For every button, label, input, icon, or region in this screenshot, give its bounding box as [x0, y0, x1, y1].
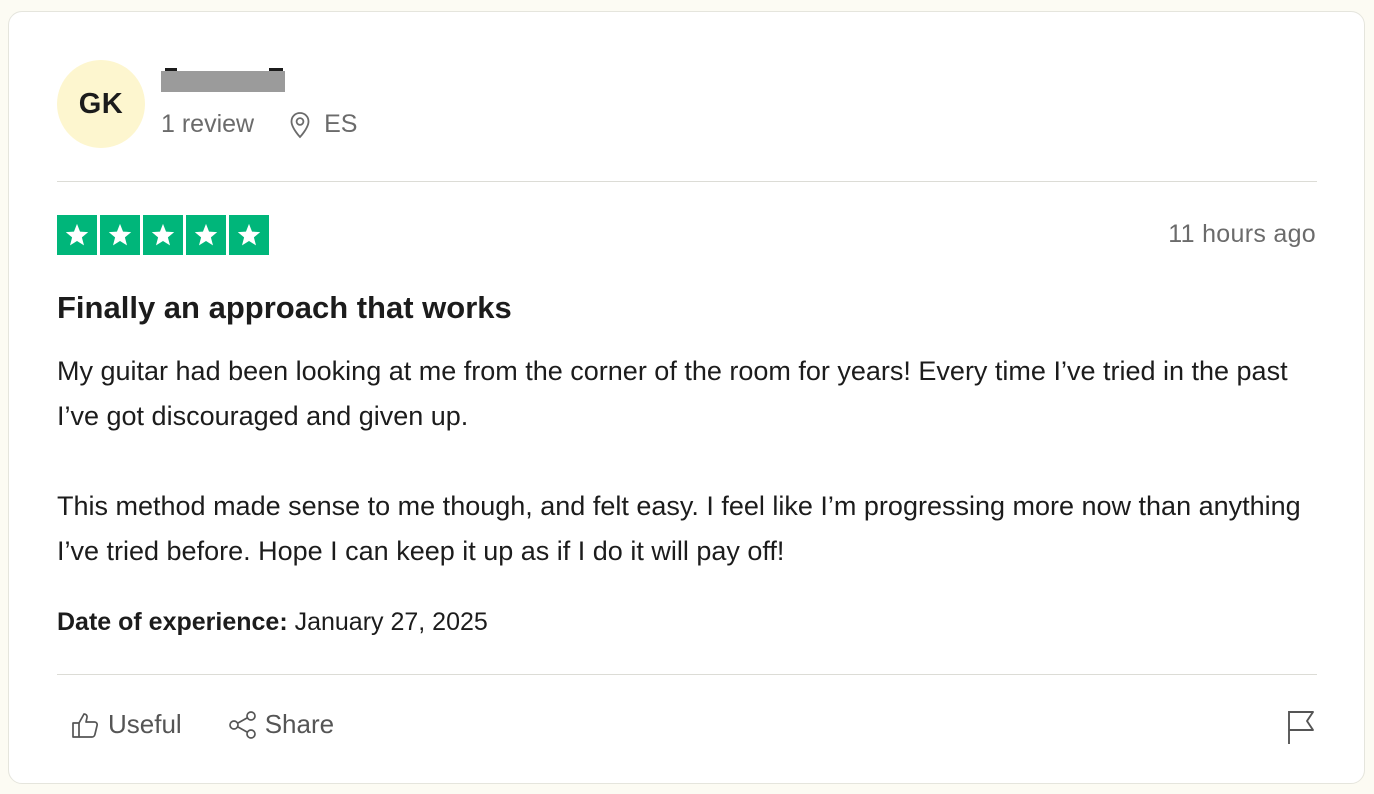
flag-button[interactable]	[1286, 709, 1316, 745]
share-icon	[228, 710, 256, 739]
reviewer-header: GK 1 review ES	[57, 60, 1317, 150]
share-label: Share	[264, 709, 335, 739]
location-pin-icon	[290, 111, 310, 138]
reviewer-country: ES	[324, 110, 358, 138]
review-body: My guitar had been looking at me from th…	[57, 349, 1327, 574]
star-icon	[229, 215, 269, 255]
share-button[interactable]: Share	[228, 709, 334, 740]
date-of-experience: Date of experience: January 27, 2025	[57, 608, 488, 637]
review-count: 1 review	[161, 110, 255, 138]
reviewer-meta: 1 review ES	[161, 110, 357, 139]
avatar[interactable]: GK	[57, 60, 145, 148]
star-icon	[100, 215, 140, 255]
review-paragraph: This method made sense to me though, and…	[57, 491, 1301, 566]
star-icon	[143, 215, 183, 255]
review-card: GK 1 review ES 11 hours ago Finally an a…	[8, 11, 1365, 784]
reviewer-name-redacted[interactable]	[161, 68, 285, 92]
useful-button[interactable]: Useful	[71, 709, 182, 740]
experience-label: Date of experience:	[57, 608, 288, 636]
flag-icon	[1288, 711, 1314, 744]
review-timestamp: 11 hours ago	[1168, 220, 1316, 248]
star-rating	[57, 215, 269, 255]
experience-date: January 27, 2025	[294, 608, 488, 636]
star-icon	[57, 215, 97, 255]
footer-divider	[57, 674, 1317, 675]
reviewer-location: ES	[288, 110, 357, 139]
star-icon	[186, 215, 226, 255]
review-title[interactable]: Finally an approach that works	[57, 290, 512, 326]
header-divider	[57, 181, 1317, 182]
review-actions: Useful Share	[71, 709, 334, 740]
review-paragraph: My guitar had been looking at me from th…	[57, 356, 1288, 431]
thumbs-up-icon	[72, 712, 99, 738]
useful-label: Useful	[108, 709, 182, 739]
